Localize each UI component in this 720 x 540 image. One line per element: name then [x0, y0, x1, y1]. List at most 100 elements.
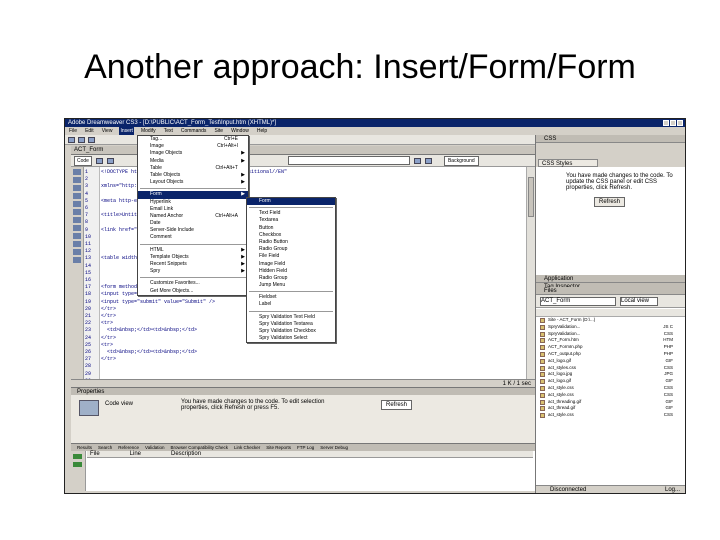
- insert-menu-item[interactable]: Tag... Ctrl+E: [138, 136, 248, 143]
- file-row[interactable]: act_style.css CSS: [540, 385, 682, 392]
- view-select[interactable]: Local view: [620, 297, 658, 306]
- menu-help[interactable]: Help: [256, 127, 268, 135]
- insert-menu-item[interactable]: Get More Objects...: [138, 288, 248, 295]
- insert-menu-item[interactable]: Email Link: [138, 206, 248, 213]
- site-select[interactable]: ACT_Form: [540, 297, 616, 306]
- results-tab[interactable]: Results: [77, 444, 92, 451]
- coding-tool-icon[interactable]: [73, 193, 81, 199]
- form-menu-item[interactable]: Hidden Field: [247, 268, 335, 275]
- coding-tool-icon[interactable]: [73, 201, 81, 207]
- file-row[interactable]: act_logo.gif GIF: [540, 358, 682, 365]
- stop-icon[interactable]: [73, 462, 82, 467]
- form-menu-item[interactable]: Spry Validation Text Field: [247, 314, 335, 321]
- form-menu-item[interactable]: Label: [247, 301, 335, 308]
- coding-tool-icon[interactable]: [73, 169, 81, 175]
- coding-tool-icon[interactable]: [73, 233, 81, 239]
- insert-menu-item[interactable]: Image Ctrl+Alt+I: [138, 143, 248, 150]
- file-row[interactable]: act_threading.gif GIF: [540, 399, 682, 406]
- form-menu-item[interactable]: Spry Validation Select: [247, 335, 335, 342]
- css-styles-tab[interactable]: CSS Styles: [538, 159, 598, 167]
- maximize-icon[interactable]: [670, 120, 676, 126]
- file-row[interactable]: ACT_output.php PHP: [540, 351, 682, 358]
- menu-site[interactable]: Site: [213, 127, 224, 135]
- coding-tool-icon[interactable]: [73, 217, 81, 223]
- file-row[interactable]: SpryValidation... CSS: [540, 331, 682, 338]
- menu-commands[interactable]: Commands: [180, 127, 208, 135]
- insert-menu-item[interactable]: Comment: [138, 234, 248, 241]
- menu-modify[interactable]: Modify: [140, 127, 157, 135]
- title-input[interactable]: [287, 156, 410, 165]
- form-menu-item[interactable]: Radio Group: [247, 275, 335, 282]
- results-tab[interactable]: Server Debug: [320, 444, 348, 451]
- menu-insert[interactable]: Insert: [119, 127, 134, 135]
- form-menu-item[interactable]: Image Field: [247, 261, 335, 268]
- file-row[interactable]: act_logo.jpg JPG: [540, 371, 682, 378]
- file-row[interactable]: ACT_Form.htm HTM: [540, 337, 682, 344]
- insert-toolbar-icon[interactable]: [68, 136, 75, 143]
- coding-tool-icon[interactable]: [73, 257, 81, 263]
- design-view-icon[interactable]: [106, 157, 114, 164]
- menu-text[interactable]: Text: [163, 127, 174, 135]
- form-menu-item[interactable]: Spry Validation Checkbox: [247, 328, 335, 335]
- insert-menu-item[interactable]: Named Anchor Ctrl+Alt+A: [138, 213, 248, 220]
- form-menu-item[interactable]: File Field: [247, 253, 335, 260]
- menu-window[interactable]: Window: [230, 127, 250, 135]
- insert-menu-item[interactable]: Layout Objects ▶: [138, 179, 248, 186]
- menu-view[interactable]: View: [101, 127, 114, 135]
- split-view-icon[interactable]: [95, 157, 103, 164]
- coding-tool-icon[interactable]: [73, 185, 81, 191]
- background-button[interactable]: Background: [443, 155, 479, 166]
- form-menu-item[interactable]: Fieldset: [247, 294, 335, 301]
- code-view-button[interactable]: Code: [74, 155, 92, 166]
- insert-menu-item[interactable]: HTML ▶: [138, 247, 248, 254]
- results-tab[interactable]: Link Checker: [234, 444, 260, 451]
- menu-file[interactable]: File: [68, 127, 78, 135]
- coding-tool-icon[interactable]: [73, 241, 81, 247]
- results-tab[interactable]: Browser Compatibility Check: [170, 444, 228, 451]
- results-tab[interactable]: Search: [98, 444, 112, 451]
- form-menu-item[interactable]: Radio Group: [247, 246, 335, 253]
- menu-edit[interactable]: Edit: [84, 127, 95, 135]
- file-row[interactable]: Site - ACT_Form (D:\...): [540, 317, 682, 324]
- form-menu-item[interactable]: Form: [247, 198, 335, 206]
- form-menu-item[interactable]: Jump Menu: [247, 282, 335, 289]
- insert-menu-item[interactable]: Hyperlink: [138, 199, 248, 206]
- insert-menu-item[interactable]: Template Objects ▶: [138, 254, 248, 261]
- scroll-thumb[interactable]: [528, 177, 534, 217]
- form-menu-item[interactable]: Spry Validation Textarea: [247, 321, 335, 328]
- play-icon[interactable]: [73, 454, 82, 459]
- insert-toolbar-icon[interactable]: [78, 136, 85, 143]
- form-menu-item[interactable]: Textarea: [247, 217, 335, 224]
- insert-menu-item[interactable]: Recent Snippets ▶: [138, 261, 248, 268]
- file-row[interactable]: act_thread.gif GIF: [540, 405, 682, 412]
- form-menu-item[interactable]: Radio Button: [247, 239, 335, 246]
- minimize-icon[interactable]: [663, 120, 669, 126]
- insert-menu-item[interactable]: Date: [138, 220, 248, 227]
- form-menu-item[interactable]: Button: [247, 225, 335, 232]
- results-tab[interactable]: FTP Log: [297, 444, 314, 451]
- insert-menu-item[interactable]: Image Objects ▶: [138, 150, 248, 157]
- form-menu-item[interactable]: Text Field: [247, 210, 335, 217]
- insert-menu-item[interactable]: Server-Side Include: [138, 227, 248, 234]
- css-refresh-button[interactable]: Refresh: [594, 197, 626, 207]
- file-row[interactable]: ACT_FormIn.php PHP: [540, 344, 682, 351]
- globe-icon[interactable]: [413, 157, 421, 164]
- file-row[interactable]: act_styles.css CSS: [540, 365, 682, 372]
- form-menu-item[interactable]: Checkbox: [247, 232, 335, 239]
- files-panel-header[interactable]: Files: [536, 287, 685, 295]
- coding-tool-icon[interactable]: [73, 249, 81, 255]
- file-row[interactable]: act_logo.gif GIF: [540, 378, 682, 385]
- insert-menu-item[interactable]: Spry ▶: [138, 268, 248, 275]
- log-button[interactable]: Log...: [665, 486, 680, 493]
- insert-menu-item[interactable]: Table Ctrl+Alt+T: [138, 165, 248, 172]
- results-tab[interactable]: Site Reports: [266, 444, 291, 451]
- insert-toolbar-icon[interactable]: [88, 136, 95, 143]
- coding-tool-icon[interactable]: [73, 177, 81, 183]
- results-tab[interactable]: Reference: [118, 444, 139, 451]
- insert-menu-item[interactable]: Form ▶: [138, 191, 248, 199]
- application-panel-header[interactable]: Application: [536, 275, 685, 283]
- css-panel-header[interactable]: CSS: [536, 135, 685, 143]
- file-row[interactable]: SpryValidation... JS C: [540, 324, 682, 331]
- file-row[interactable]: act_style.css CSS: [540, 392, 682, 399]
- insert-menu-item[interactable]: Customize Favorites...: [138, 280, 248, 287]
